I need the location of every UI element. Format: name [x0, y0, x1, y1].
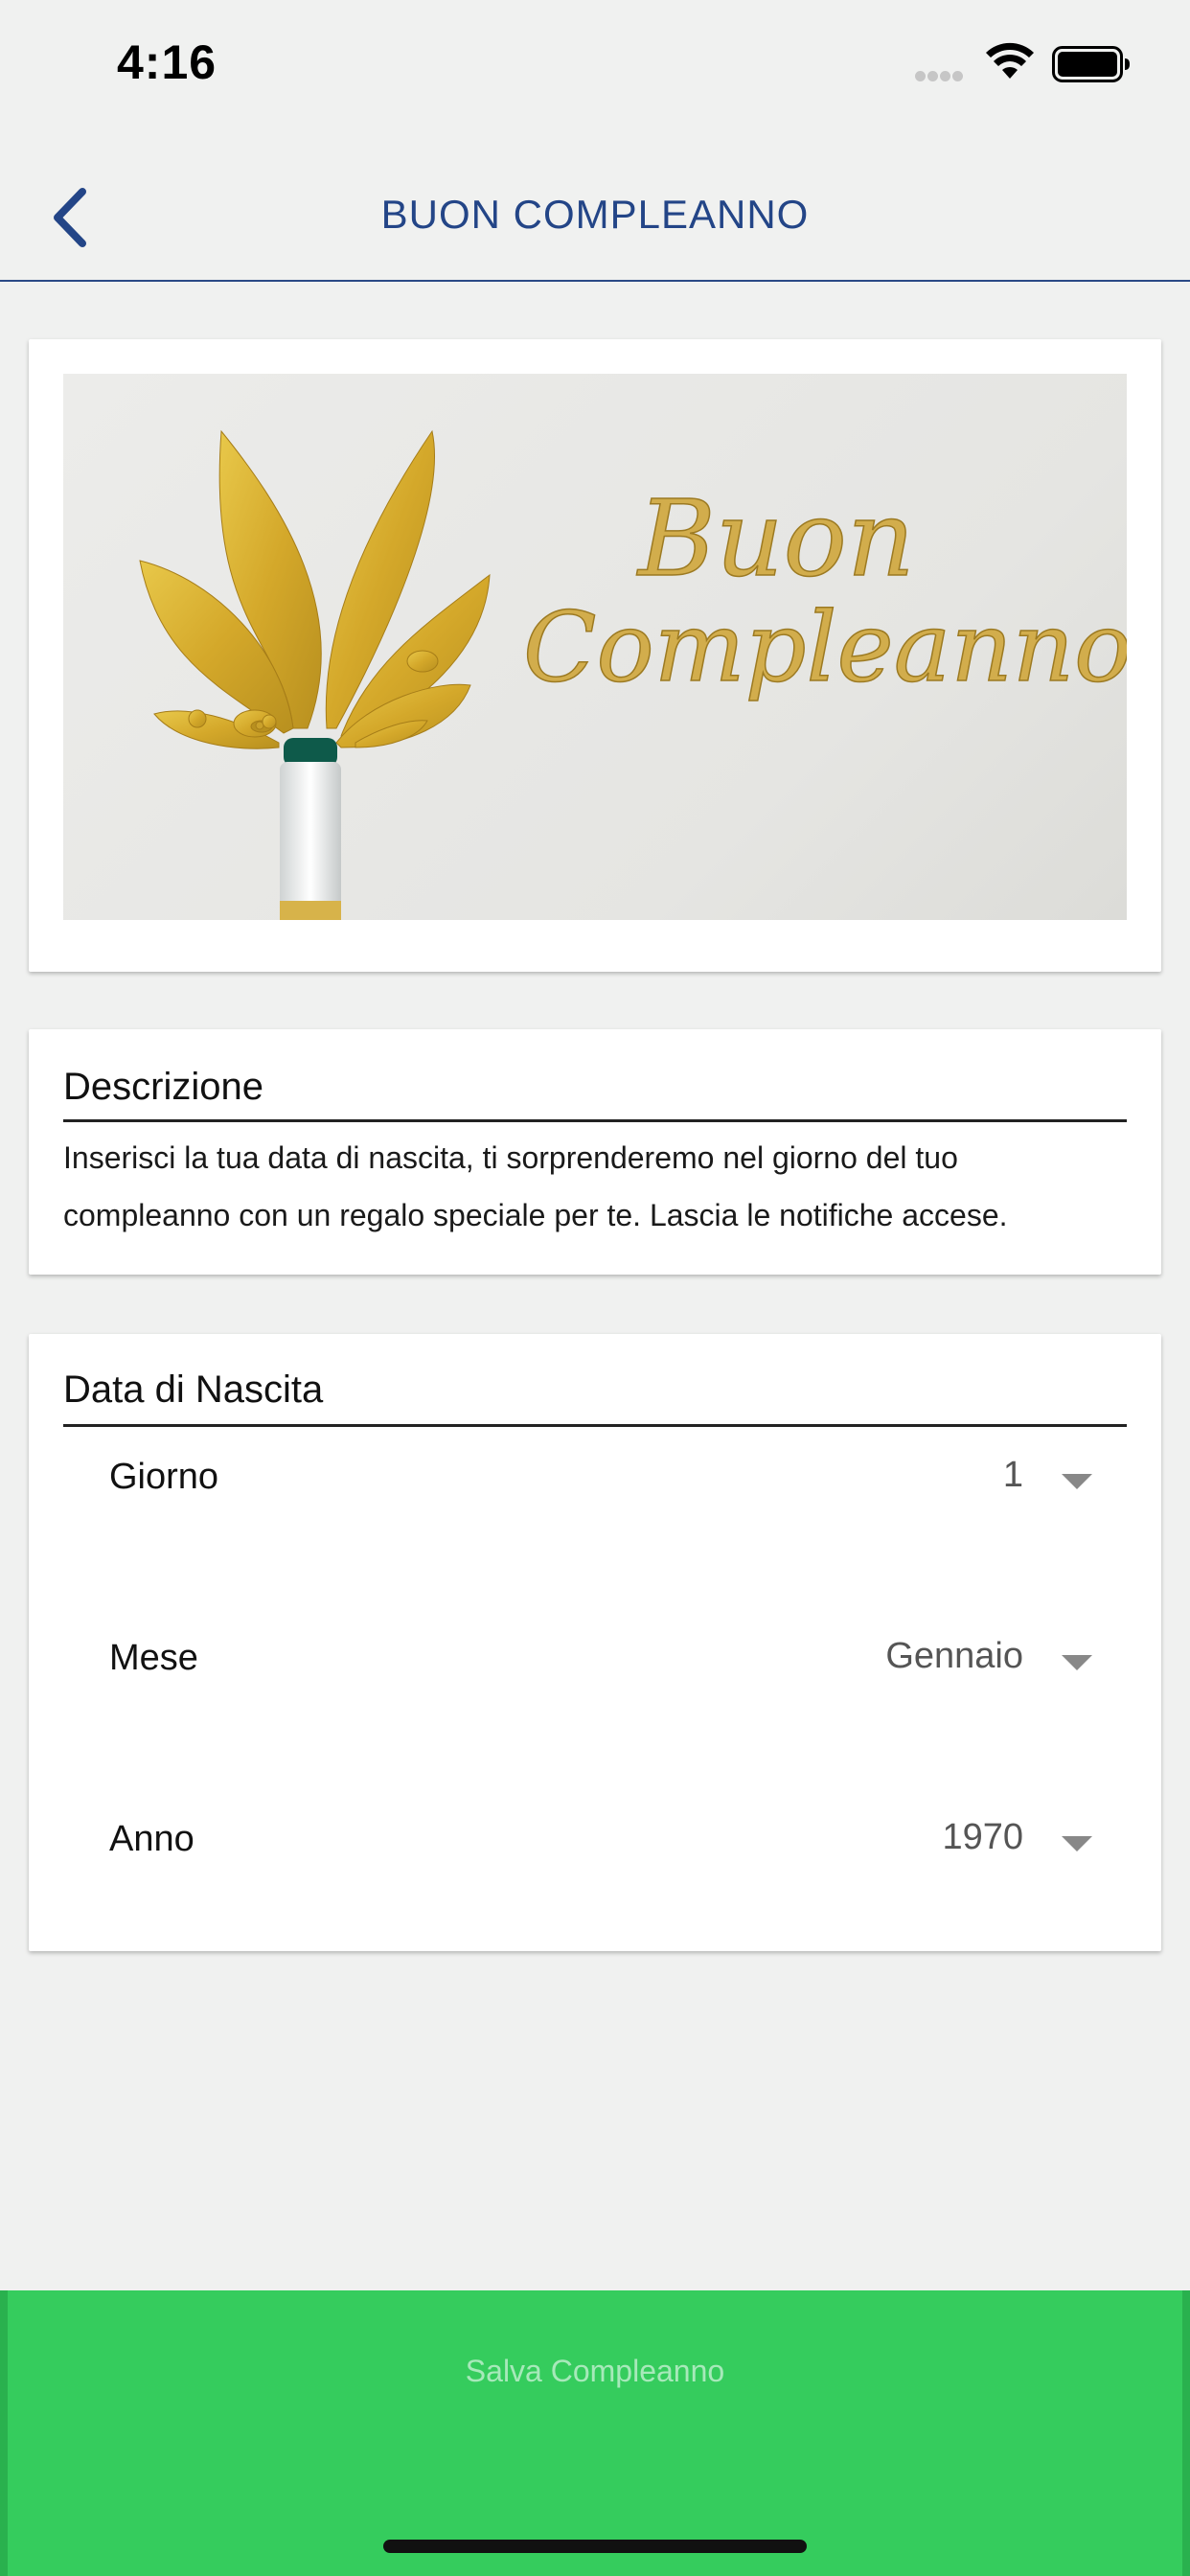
- save-birthday-button[interactable]: Salva Compleanno: [0, 2290, 1190, 2576]
- day-value[interactable]: 1: [1003, 1455, 1023, 1496]
- year-label: Anno: [109, 1819, 195, 1859]
- month-select[interactable]: Mese Gennaio: [63, 1609, 1127, 1724]
- description-text: Inserisci la tua data di nascita, ti sor…: [63, 1140, 1008, 1232]
- month-label: Mese: [109, 1638, 198, 1678]
- navigation-bar: BUON COMPLEANNO: [0, 134, 1190, 282]
- birth-date-divider: [63, 1424, 1127, 1427]
- status-time: 4:16: [117, 35, 217, 89]
- day-label: Giorno: [109, 1457, 219, 1497]
- cellular-signal-icon: [915, 69, 965, 86]
- description-title: Descrizione: [63, 1066, 263, 1108]
- banner-card: Buon Compleanno: [29, 339, 1161, 972]
- birthday-banner-image: Buon Compleanno: [63, 374, 1127, 920]
- birth-date-title: Data di Nascita: [63, 1368, 324, 1411]
- year-dropdown-arrow-icon[interactable]: [1062, 1836, 1092, 1852]
- day-select[interactable]: Giorno 1: [63, 1428, 1127, 1543]
- status-bar: 4:16: [0, 0, 1190, 134]
- battery-icon: [1052, 46, 1130, 82]
- day-dropdown-arrow-icon[interactable]: [1062, 1474, 1092, 1489]
- description-card: Descrizione Inserisci la tua data di nas…: [29, 1029, 1161, 1275]
- banner-script-line2: Compleanno: [523, 591, 1127, 703]
- banner-script-line1: Buon: [636, 477, 915, 600]
- description-divider: [63, 1119, 1127, 1122]
- month-value[interactable]: Gennaio: [885, 1636, 1023, 1677]
- year-select[interactable]: Anno 1970: [63, 1790, 1127, 1905]
- page-title: BUON COMPLEANNO: [380, 192, 810, 237]
- birth-date-card: Data di Nascita Giorno 1 Mese Gennaio An…: [29, 1334, 1161, 1951]
- year-value[interactable]: 1970: [942, 1817, 1023, 1858]
- save-birthday-label: Salva Compleanno: [465, 2354, 725, 2388]
- home-indicator: [383, 2540, 807, 2553]
- month-dropdown-arrow-icon[interactable]: [1062, 1655, 1092, 1670]
- wifi-icon: [986, 42, 1034, 79]
